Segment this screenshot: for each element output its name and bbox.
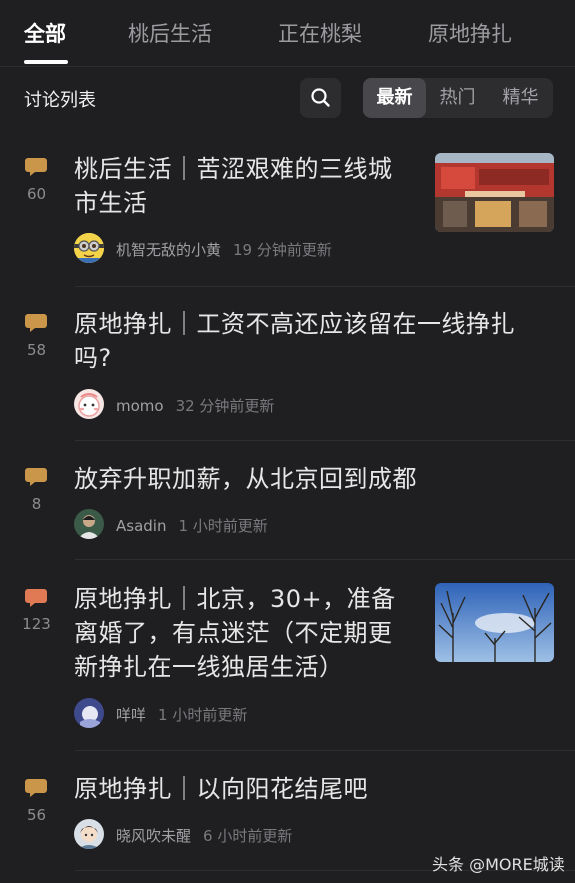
active-tab-indicator xyxy=(24,60,68,64)
avatar[interactable] xyxy=(74,233,104,263)
discussion-list-title: 讨论列表 xyxy=(24,90,96,111)
tab-escaping[interactable]: 正在桃梨 xyxy=(278,18,362,48)
post-title-line: 市生活 xyxy=(74,189,148,217)
sort-hot[interactable]: 热门 xyxy=(426,78,489,118)
top-tab-bar: 全部 桃后生活 正在桃梨 原地挣扎 xyxy=(0,0,575,67)
comment-count: 8 xyxy=(31,495,42,513)
sort-latest[interactable]: 最新 xyxy=(363,78,426,118)
update-time: 1 小时前更新 xyxy=(158,706,248,724)
update-time: 6 小时前更新 xyxy=(203,827,293,845)
author-name[interactable]: 机智无敌的小黄 xyxy=(116,241,221,259)
update-time: 19 分钟前更新 xyxy=(233,241,332,259)
comment-count: 123 xyxy=(22,615,51,633)
post-title[interactable]: 原地挣扎｜北京，30+，准备 离婚了，有点迷茫（不定期更 新挣扎在一线独居生活） xyxy=(74,582,396,684)
comment-icon xyxy=(25,779,47,797)
watermark-text: 头条 @MORE城读 xyxy=(432,855,565,874)
author-name[interactable]: 咩咩 xyxy=(116,706,146,724)
cartoon-avatar-icon xyxy=(74,389,104,419)
post-title[interactable]: 放弃升职加薪，从北京回到成都 xyxy=(74,462,417,496)
comment-count: 56 xyxy=(26,806,47,824)
sort-featured[interactable]: 精华 xyxy=(489,78,552,118)
comment-count: 58 xyxy=(26,341,47,359)
avatar[interactable] xyxy=(74,698,104,728)
search-icon xyxy=(311,88,330,107)
comment-icon xyxy=(25,589,47,607)
tab-all[interactable]: 全部 xyxy=(24,18,66,48)
author-name[interactable]: momo xyxy=(116,397,164,415)
sort-segmented-control: 最新 热门 精华 xyxy=(363,78,553,118)
post-thumbnail[interactable] xyxy=(435,583,554,662)
post-title-line: 新挣扎在一线独居生活） xyxy=(74,653,344,681)
post-title-line: 原地挣扎｜以向阳花结尾吧 xyxy=(74,775,368,803)
post-title-line: 桃后生活｜苦涩艰难的三线城 xyxy=(74,155,393,183)
author-name[interactable]: Asadin xyxy=(116,517,166,535)
post-title[interactable]: 桃后生活｜苦涩艰难的三线城 市生活 xyxy=(74,152,393,220)
tab-peach-life[interactable]: 桃后生活 xyxy=(128,18,212,48)
avatar[interactable] xyxy=(74,509,104,539)
divider xyxy=(75,559,575,560)
divider xyxy=(75,286,575,287)
bare-trees-sky-photo xyxy=(435,583,554,662)
post-title-line: 原地挣扎｜工资不高还应该留在一线挣扎 xyxy=(74,310,515,338)
avatar[interactable] xyxy=(74,389,104,419)
post-title-line: 放弃升职加薪，从北京回到成都 xyxy=(74,465,417,493)
post-thumbnail[interactable] xyxy=(435,153,554,232)
update-time: 32 分钟前更新 xyxy=(175,397,275,415)
comment-icon xyxy=(25,314,47,332)
storefront-photo xyxy=(435,153,554,232)
post-title-line: 原地挣扎｜北京，30+，准备 xyxy=(74,585,396,613)
comment-icon xyxy=(25,468,47,486)
search-button[interactable] xyxy=(300,78,341,118)
comment-icon xyxy=(25,158,47,176)
anime-avatar-icon xyxy=(74,819,104,849)
divider xyxy=(75,440,575,441)
post-title-line: 离婚了，有点迷茫（不定期更 xyxy=(74,619,393,647)
portrait-avatar-icon xyxy=(74,509,104,539)
post-title[interactable]: 原地挣扎｜工资不高还应该留在一线挣扎 吗? xyxy=(74,307,515,375)
illustration-avatar-icon xyxy=(74,698,104,728)
tab-struggling[interactable]: 原地挣扎 xyxy=(428,18,512,48)
update-time: 1 小时前更新 xyxy=(178,517,268,535)
author-name[interactable]: 晓风吹未醒 xyxy=(116,827,191,845)
divider xyxy=(75,750,575,751)
avatar[interactable] xyxy=(74,819,104,849)
post-title-line: 吗? xyxy=(74,344,112,372)
post-title[interactable]: 原地挣扎｜以向阳花结尾吧 xyxy=(74,772,368,806)
minion-avatar-icon xyxy=(74,233,104,263)
comment-count: 60 xyxy=(26,185,47,203)
